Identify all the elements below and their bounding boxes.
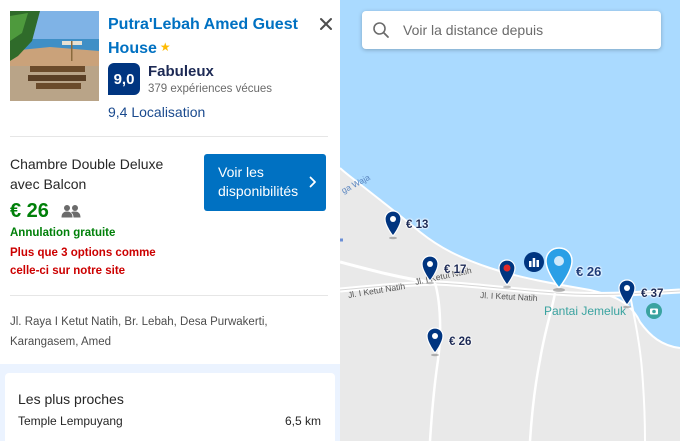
nearby-title: Les plus proches (18, 391, 124, 407)
chevron-right-icon (309, 176, 316, 188)
people-icon (61, 205, 81, 218)
map-price-tag[interactable]: € 37 (641, 288, 663, 300)
map-pin-icon[interactable] (384, 210, 402, 240)
free-cancellation-label: Annulation gratuite (10, 227, 116, 239)
hotel-address: Jl. Raya I Ketut Natih, Br. Lebah, Desa … (10, 316, 268, 348)
map-pin-icon[interactable] (421, 255, 439, 285)
see-availability-button[interactable]: Voir les disponibilités (204, 154, 326, 211)
hotel-photo[interactable] (10, 11, 99, 101)
location-score: 9,4 Localisation (108, 104, 206, 120)
room-price: € 26 (10, 200, 49, 222)
nearby-place-name: Temple Lempuyang (18, 414, 123, 428)
scarcity-message: Plus que 3 options comme celle-ci sur no… (10, 247, 156, 277)
map-pin-icon[interactable] (498, 259, 516, 289)
star-icon: ★ (159, 40, 171, 54)
review-score-badge: 9,0 (108, 63, 140, 95)
map-price-tag-selected[interactable]: € 26 (576, 264, 601, 279)
map-price-tag[interactable]: € 13 (406, 219, 428, 231)
divider (10, 295, 328, 296)
hotel-name[interactable]: Putra'Lebah Amed Guest House ★ (108, 14, 308, 60)
divider (10, 136, 328, 137)
property-card: Putra'Lebah Amed Guest House ★ 9,0 Fabule… (0, 0, 340, 441)
map-price-tag[interactable]: € 17 (444, 264, 466, 276)
map[interactable]: Jl. I Ketut Natih Jl. I Ketut Natih Jl. … (340, 0, 680, 441)
nearby-card: Les plus proches Temple Lempuyang 6,5 km (5, 373, 335, 441)
attraction-marker-icon[interactable] (524, 252, 544, 272)
hotel-name-text[interactable]: Putra'Lebah Amed Guest House (108, 16, 298, 57)
distance-search-box[interactable] (362, 11, 661, 49)
search-icon (373, 22, 389, 38)
review-score-word: Fabuleux (148, 63, 214, 80)
camera-icon (646, 303, 662, 319)
review-count: 379 expériences vécues (148, 83, 273, 95)
map-pin-icon[interactable] (618, 279, 636, 309)
room-name: Chambre Double Deluxe avec Balcon (10, 156, 164, 192)
nearby-section: Les plus proches Temple Lempuyang 6,5 km (0, 364, 340, 441)
map-pin-icon[interactable] (426, 327, 444, 357)
map-price-tag[interactable]: € 26 (449, 336, 471, 348)
close-icon[interactable] (318, 16, 334, 32)
nearby-place-distance: 6,5 km (284, 414, 321, 428)
see-availability-label: Voir les disponibilités (218, 164, 299, 199)
map-pin-icon-selected[interactable] (545, 247, 573, 293)
distance-search-input[interactable] (403, 22, 643, 38)
poi-label: Pantai Jemeluk (544, 304, 627, 318)
